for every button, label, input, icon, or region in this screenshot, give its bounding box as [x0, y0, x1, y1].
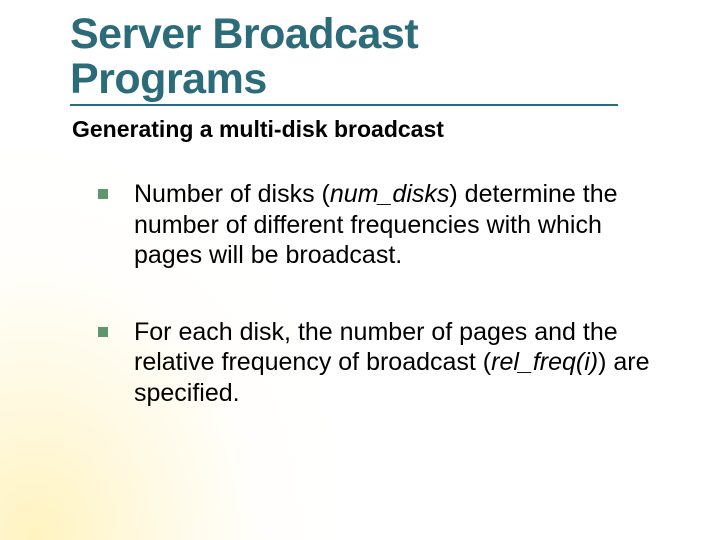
- slide-content: Server Broadcast Programs Generating a m…: [0, 0, 720, 540]
- title-underline: [70, 104, 618, 106]
- list-item: Number of disks (num_disks) determine th…: [98, 179, 670, 271]
- bullet-list: Number of disks (num_disks) determine th…: [98, 179, 670, 408]
- title-line-2: Programs: [70, 55, 267, 103]
- bullet-text-pre: Number of disks (: [134, 180, 330, 208]
- slide-title: Server Broadcast Programs: [70, 12, 680, 102]
- bullet-text-em: rel_freq(i): [491, 348, 598, 376]
- title-line-1: Server Broadcast: [70, 10, 418, 58]
- slide-subtitle: Generating a multi-disk broadcast: [72, 116, 680, 143]
- bullet-text-em: num_disks: [330, 180, 450, 208]
- list-item: For each disk, the number of pages and t…: [98, 317, 670, 409]
